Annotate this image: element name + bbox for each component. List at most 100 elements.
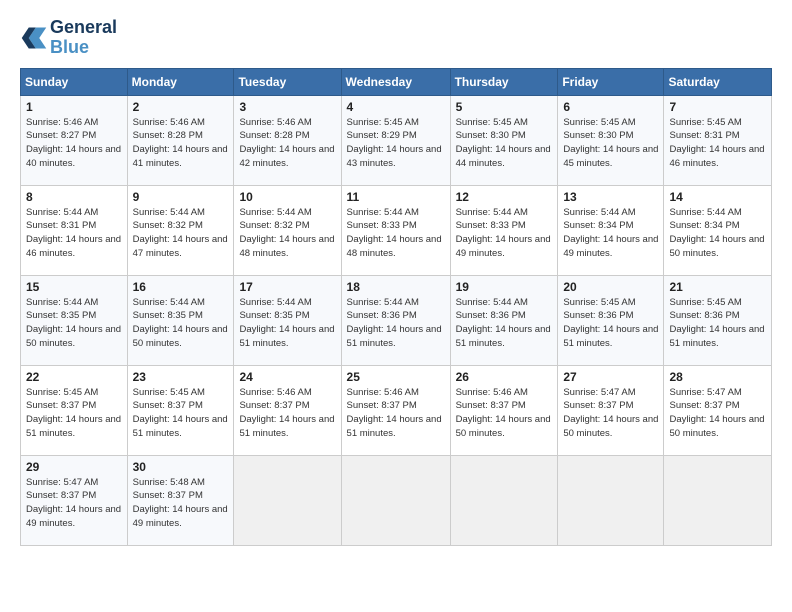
day-number: 5 [456, 100, 553, 114]
calendar-cell [664, 455, 772, 545]
calendar-header: SundayMondayTuesdayWednesdayThursdayFrid… [21, 68, 772, 95]
day-info: Sunrise: 5:47 AM Sunset: 8:37 PM Dayligh… [26, 476, 122, 531]
calendar-table: SundayMondayTuesdayWednesdayThursdayFrid… [20, 68, 772, 546]
logo-icon [20, 24, 48, 52]
calendar-week-row: 1 Sunrise: 5:46 AM Sunset: 8:27 PM Dayli… [21, 95, 772, 185]
calendar-week-row: 22 Sunrise: 5:45 AM Sunset: 8:37 PM Dayl… [21, 365, 772, 455]
day-number: 2 [133, 100, 229, 114]
calendar-cell: 11 Sunrise: 5:44 AM Sunset: 8:33 PM Dayl… [341, 185, 450, 275]
day-number: 9 [133, 190, 229, 204]
calendar-cell: 15 Sunrise: 5:44 AM Sunset: 8:35 PM Dayl… [21, 275, 128, 365]
calendar-cell: 19 Sunrise: 5:44 AM Sunset: 8:36 PM Dayl… [450, 275, 558, 365]
day-info: Sunrise: 5:46 AM Sunset: 8:27 PM Dayligh… [26, 116, 122, 171]
calendar-cell: 14 Sunrise: 5:44 AM Sunset: 8:34 PM Dayl… [664, 185, 772, 275]
calendar-cell: 22 Sunrise: 5:45 AM Sunset: 8:37 PM Dayl… [21, 365, 128, 455]
day-info: Sunrise: 5:44 AM Sunset: 8:33 PM Dayligh… [347, 206, 445, 261]
calendar-cell [558, 455, 664, 545]
calendar-cell [234, 455, 341, 545]
day-number: 6 [563, 100, 658, 114]
weekday-header-wednesday: Wednesday [341, 68, 450, 95]
calendar-cell: 26 Sunrise: 5:46 AM Sunset: 8:37 PM Dayl… [450, 365, 558, 455]
day-info: Sunrise: 5:47 AM Sunset: 8:37 PM Dayligh… [563, 386, 658, 441]
day-info: Sunrise: 5:44 AM Sunset: 8:35 PM Dayligh… [26, 296, 122, 351]
day-info: Sunrise: 5:44 AM Sunset: 8:31 PM Dayligh… [26, 206, 122, 261]
calendar-cell: 10 Sunrise: 5:44 AM Sunset: 8:32 PM Dayl… [234, 185, 341, 275]
day-number: 28 [669, 370, 766, 384]
day-number: 21 [669, 280, 766, 294]
day-info: Sunrise: 5:48 AM Sunset: 8:37 PM Dayligh… [133, 476, 229, 531]
day-info: Sunrise: 5:46 AM Sunset: 8:37 PM Dayligh… [239, 386, 335, 441]
day-number: 4 [347, 100, 445, 114]
day-info: Sunrise: 5:44 AM Sunset: 8:34 PM Dayligh… [669, 206, 766, 261]
day-number: 19 [456, 280, 553, 294]
day-number: 7 [669, 100, 766, 114]
day-info: Sunrise: 5:44 AM Sunset: 8:35 PM Dayligh… [133, 296, 229, 351]
calendar-cell: 3 Sunrise: 5:46 AM Sunset: 8:28 PM Dayli… [234, 95, 341, 185]
day-number: 25 [347, 370, 445, 384]
day-info: Sunrise: 5:44 AM Sunset: 8:33 PM Dayligh… [456, 206, 553, 261]
calendar-cell: 12 Sunrise: 5:44 AM Sunset: 8:33 PM Dayl… [450, 185, 558, 275]
calendar-cell: 2 Sunrise: 5:46 AM Sunset: 8:28 PM Dayli… [127, 95, 234, 185]
weekday-header-tuesday: Tuesday [234, 68, 341, 95]
day-number: 22 [26, 370, 122, 384]
calendar-cell [341, 455, 450, 545]
calendar-cell: 23 Sunrise: 5:45 AM Sunset: 8:37 PM Dayl… [127, 365, 234, 455]
day-info: Sunrise: 5:44 AM Sunset: 8:36 PM Dayligh… [456, 296, 553, 351]
day-info: Sunrise: 5:47 AM Sunset: 8:37 PM Dayligh… [669, 386, 766, 441]
day-number: 30 [133, 460, 229, 474]
weekday-row: SundayMondayTuesdayWednesdayThursdayFrid… [21, 68, 772, 95]
day-info: Sunrise: 5:45 AM Sunset: 8:37 PM Dayligh… [26, 386, 122, 441]
day-number: 3 [239, 100, 335, 114]
day-number: 24 [239, 370, 335, 384]
calendar-cell: 28 Sunrise: 5:47 AM Sunset: 8:37 PM Dayl… [664, 365, 772, 455]
day-info: Sunrise: 5:44 AM Sunset: 8:36 PM Dayligh… [347, 296, 445, 351]
day-info: Sunrise: 5:45 AM Sunset: 8:30 PM Dayligh… [563, 116, 658, 171]
weekday-header-thursday: Thursday [450, 68, 558, 95]
day-info: Sunrise: 5:45 AM Sunset: 8:37 PM Dayligh… [133, 386, 229, 441]
calendar-cell: 8 Sunrise: 5:44 AM Sunset: 8:31 PM Dayli… [21, 185, 128, 275]
weekday-header-monday: Monday [127, 68, 234, 95]
day-info: Sunrise: 5:44 AM Sunset: 8:32 PM Dayligh… [239, 206, 335, 261]
calendar-cell: 6 Sunrise: 5:45 AM Sunset: 8:30 PM Dayli… [558, 95, 664, 185]
calendar-cell: 21 Sunrise: 5:45 AM Sunset: 8:36 PM Dayl… [664, 275, 772, 365]
calendar-week-row: 8 Sunrise: 5:44 AM Sunset: 8:31 PM Dayli… [21, 185, 772, 275]
calendar-cell: 30 Sunrise: 5:48 AM Sunset: 8:37 PM Dayl… [127, 455, 234, 545]
calendar-week-row: 29 Sunrise: 5:47 AM Sunset: 8:37 PM Dayl… [21, 455, 772, 545]
calendar-cell: 29 Sunrise: 5:47 AM Sunset: 8:37 PM Dayl… [21, 455, 128, 545]
weekday-header-sunday: Sunday [21, 68, 128, 95]
day-number: 26 [456, 370, 553, 384]
calendar-cell: 24 Sunrise: 5:46 AM Sunset: 8:37 PM Dayl… [234, 365, 341, 455]
day-number: 20 [563, 280, 658, 294]
day-info: Sunrise: 5:45 AM Sunset: 8:31 PM Dayligh… [669, 116, 766, 171]
day-number: 14 [669, 190, 766, 204]
calendar-cell: 13 Sunrise: 5:44 AM Sunset: 8:34 PM Dayl… [558, 185, 664, 275]
day-number: 27 [563, 370, 658, 384]
day-number: 18 [347, 280, 445, 294]
calendar-cell: 1 Sunrise: 5:46 AM Sunset: 8:27 PM Dayli… [21, 95, 128, 185]
day-number: 10 [239, 190, 335, 204]
day-number: 17 [239, 280, 335, 294]
day-number: 11 [347, 190, 445, 204]
calendar-cell: 4 Sunrise: 5:45 AM Sunset: 8:29 PM Dayli… [341, 95, 450, 185]
calendar-body: 1 Sunrise: 5:46 AM Sunset: 8:27 PM Dayli… [21, 95, 772, 545]
day-info: Sunrise: 5:46 AM Sunset: 8:28 PM Dayligh… [133, 116, 229, 171]
day-number: 1 [26, 100, 122, 114]
day-info: Sunrise: 5:44 AM Sunset: 8:34 PM Dayligh… [563, 206, 658, 261]
weekday-header-saturday: Saturday [664, 68, 772, 95]
calendar-cell: 16 Sunrise: 5:44 AM Sunset: 8:35 PM Dayl… [127, 275, 234, 365]
day-number: 23 [133, 370, 229, 384]
day-info: Sunrise: 5:45 AM Sunset: 8:30 PM Dayligh… [456, 116, 553, 171]
calendar-cell [450, 455, 558, 545]
calendar-cell: 5 Sunrise: 5:45 AM Sunset: 8:30 PM Dayli… [450, 95, 558, 185]
day-number: 13 [563, 190, 658, 204]
day-number: 29 [26, 460, 122, 474]
day-number: 8 [26, 190, 122, 204]
calendar-week-row: 15 Sunrise: 5:44 AM Sunset: 8:35 PM Dayl… [21, 275, 772, 365]
weekday-header-friday: Friday [558, 68, 664, 95]
day-info: Sunrise: 5:44 AM Sunset: 8:35 PM Dayligh… [239, 296, 335, 351]
calendar-cell: 20 Sunrise: 5:45 AM Sunset: 8:36 PM Dayl… [558, 275, 664, 365]
logo-text: General Blue [50, 18, 117, 58]
day-info: Sunrise: 5:46 AM Sunset: 8:37 PM Dayligh… [347, 386, 445, 441]
day-number: 15 [26, 280, 122, 294]
header: General Blue [20, 18, 772, 58]
